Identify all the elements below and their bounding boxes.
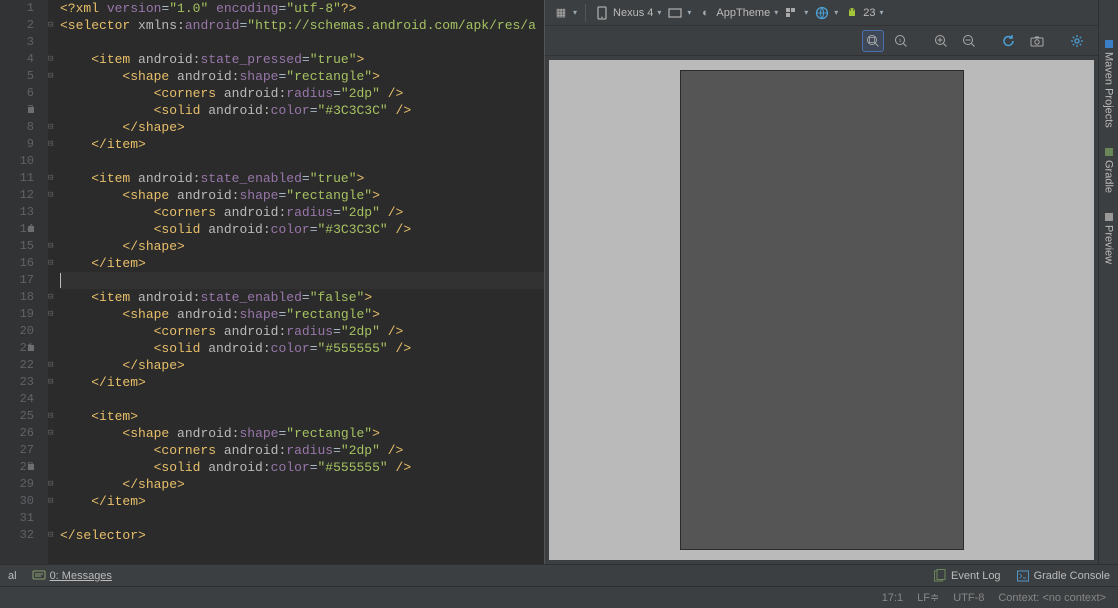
status-bar: 17:1 LF≑ UTF-8 Context: <no context>	[0, 586, 1118, 608]
event-log-icon	[932, 568, 948, 584]
device-label: Nexus 4	[613, 7, 653, 19]
right-tool-strip: Maven Projects Gradle Preview	[1098, 0, 1118, 564]
refresh-button[interactable]	[998, 30, 1020, 52]
theme-label: AppTheme	[716, 7, 770, 19]
config-icon	[784, 5, 800, 21]
messages-panel-button[interactable]: 0: Messages	[31, 568, 112, 584]
messages-icon	[31, 568, 47, 584]
gradle-console-icon	[1015, 568, 1031, 584]
screenshot-button[interactable]	[1026, 30, 1048, 52]
caret-position[interactable]: 17:1	[882, 592, 903, 604]
preview-canvas[interactable]	[549, 60, 1094, 560]
palette-dropdown[interactable]: ▦ ▾	[553, 5, 577, 21]
orientation-icon	[667, 5, 683, 21]
event-log-button[interactable]: Event Log	[932, 568, 1001, 584]
preview-config-toolbar: ▦ ▾ Nexus 4 ▾ ▾ ◐ AppTheme ▾	[545, 0, 1098, 26]
context-indicator[interactable]: Context: <no context>	[998, 592, 1106, 604]
android-icon	[844, 5, 860, 21]
preview-panel-button[interactable]: Preview	[1103, 213, 1115, 264]
preview-device-frame	[680, 70, 964, 550]
settings-button[interactable]	[1066, 30, 1088, 52]
terminal-partial[interactable]: al	[8, 570, 17, 582]
theme-icon: ◐	[697, 5, 713, 21]
fold-column[interactable]: ⊟⊟⊟⊟⊟⊟⊟⊟⊟⊟⊟⊟⊟⊟⊟⊟⊟⊟	[48, 0, 60, 564]
device-dropdown[interactable]: Nexus 4 ▾	[594, 5, 661, 21]
zoom-fit-button[interactable]	[862, 30, 884, 52]
api-label: 23	[863, 7, 875, 19]
file-encoding[interactable]: UTF-8	[953, 592, 984, 604]
globe-icon	[814, 5, 830, 21]
line-separator[interactable]: LF≑	[917, 591, 939, 604]
zoom-out-button[interactable]	[958, 30, 980, 52]
line-number-gutter: 1234567891011121314151617181920212223242…	[0, 0, 48, 564]
maven-panel-button[interactable]: Maven Projects	[1103, 40, 1115, 128]
palette-icon: ▦	[553, 5, 569, 21]
locale-dropdown[interactable]: ▾	[814, 5, 838, 21]
zoom-actual-button[interactable]: 1	[890, 30, 912, 52]
api-dropdown[interactable]: 23 ▾	[844, 5, 883, 21]
activity-dropdown[interactable]: ▾	[784, 5, 808, 21]
device-icon	[594, 5, 610, 21]
layout-preview-pane: ▦ ▾ Nexus 4 ▾ ▾ ◐ AppTheme ▾	[544, 0, 1098, 564]
orientation-dropdown[interactable]: ▾	[667, 5, 691, 21]
code-editor[interactable]: 1234567891011121314151617181920212223242…	[0, 0, 544, 564]
svg-text:1: 1	[898, 38, 901, 44]
theme-dropdown[interactable]: ◐ AppTheme ▾	[697, 5, 778, 21]
preview-zoom-toolbar: 1	[545, 26, 1098, 56]
bottom-tool-window-bar: al 0: Messages Event Log Gradle Console	[0, 564, 1118, 586]
gradle-console-button[interactable]: Gradle Console	[1015, 568, 1110, 584]
zoom-in-button[interactable]	[930, 30, 952, 52]
code-area[interactable]: <?xml version="1.0" encoding="utf-8"?><s…	[60, 0, 544, 564]
gradle-panel-button[interactable]: Gradle	[1103, 148, 1115, 193]
